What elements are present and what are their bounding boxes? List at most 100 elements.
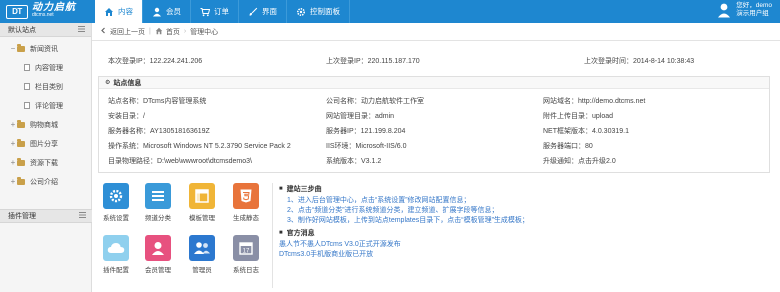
collapse-icon[interactable]: − bbox=[9, 44, 17, 53]
gear-icon bbox=[296, 7, 306, 17]
build-steps-title: 建站三步曲 bbox=[286, 186, 322, 193]
home-icon bbox=[104, 7, 114, 17]
nav-tab-orders[interactable]: 订单 bbox=[191, 0, 239, 23]
logo-badge: DT bbox=[6, 4, 28, 19]
menu-icon bbox=[79, 212, 86, 220]
user-role: 演示用户组 bbox=[736, 10, 769, 17]
expand-icon[interactable]: + bbox=[9, 139, 17, 148]
brush-icon bbox=[248, 7, 258, 17]
menu-icon bbox=[78, 25, 85, 34]
guide-panel: ■ 建站三步曲 1、进入后台管理中心，点击“系统设置”修改网站配置信息； 2、点… bbox=[272, 183, 770, 288]
build-step: 2、点击“频道分类”进行系统频道分类，建立频道、扩展字段等信息； bbox=[287, 207, 499, 214]
expand-icon[interactable]: + bbox=[9, 177, 17, 186]
server-name: 服务器名称：AY130518163619Z bbox=[108, 128, 210, 135]
shortcut-plugin[interactable]: 插件配置 bbox=[98, 235, 134, 274]
html5-icon bbox=[233, 183, 259, 209]
news-list: 愚人节不愚人DTcms V3.0正式开源发布 DTcms3.0手机版商业版已开放 bbox=[279, 239, 770, 259]
sidebar-item-shop[interactable]: + 购物商城 bbox=[0, 115, 91, 134]
news-title: 官方消息 bbox=[286, 230, 315, 237]
avatar-icon bbox=[717, 2, 731, 18]
os-info: 操作系统：Microsoft Windows NT 5.2.3790 Servi… bbox=[108, 143, 291, 150]
site-info-panel: ⚙ 站点信息 站点名称：DTcms内容管理系统 公司名称：动力启航软件工作室 网… bbox=[98, 76, 770, 173]
top-bar: DT 动力启航 dtcms.net 内容 会员 订单 界面 控制面板 您好，de… bbox=[0, 0, 780, 23]
logo[interactable]: DT 动力启航 dtcms.net bbox=[6, 3, 76, 20]
sidebar-item-photos[interactable]: + 图片分享 bbox=[0, 134, 91, 153]
admin-icon bbox=[189, 235, 215, 261]
back-link[interactable]: 返回上一页 bbox=[110, 27, 145, 37]
folder-icon bbox=[17, 44, 25, 52]
sidebar-item-news[interactable]: − 新闻资讯 bbox=[0, 39, 91, 58]
shortcut-static[interactable]: 生成静态 bbox=[228, 183, 264, 222]
calendar-icon: 17 bbox=[233, 235, 259, 261]
nav-tab-content[interactable]: 内容 bbox=[95, 0, 143, 23]
shortcut-template[interactable]: 模板管理 bbox=[184, 183, 220, 222]
file-icon bbox=[24, 64, 30, 71]
iis-info: IIS环境：Microsoft-IIS/6.0 bbox=[326, 143, 407, 150]
news-link[interactable]: DTcms3.0手机版商业版已开放 bbox=[279, 249, 770, 259]
shortcut-members[interactable]: 会员管理 bbox=[140, 235, 176, 274]
user-icon bbox=[152, 7, 162, 17]
sidebar-item-category[interactable]: 栏目类别 bbox=[0, 77, 91, 96]
bullet-icon: ■ bbox=[279, 186, 283, 192]
sidebar-item-comments[interactable]: 评论管理 bbox=[0, 96, 91, 115]
member-icon bbox=[145, 235, 171, 261]
sidebar-item-downloads[interactable]: + 资源下载 bbox=[0, 153, 91, 172]
user-menu[interactable]: 您好，demo 演示用户组 bbox=[717, 2, 772, 18]
shortcut-admins[interactable]: 管理员 bbox=[184, 235, 220, 274]
breadcrumb: 返回上一页 | 首页 › 管理中心 bbox=[92, 23, 780, 41]
build-steps-list: 1、进入后台管理中心，点击“系统设置”修改网站配置信息； 2、点击“频道分类”进… bbox=[287, 195, 770, 225]
logo-title: 动力启航 bbox=[32, 2, 76, 13]
back-icon[interactable] bbox=[100, 27, 107, 36]
folder-icon bbox=[17, 158, 25, 166]
company-name: 公司名称：动力启航软件工作室 bbox=[326, 98, 424, 105]
sidebar: 默认站点 − 新闻资讯 内容管理 栏目类别 评论管理 + 购物商城 + 图片分享… bbox=[0, 23, 92, 292]
last-login-time: 上次登录时间：2014-8-14 10:38:43 bbox=[584, 58, 695, 65]
breadcrumb-current: 管理中心 bbox=[190, 28, 219, 36]
build-step: 1、进入后台管理中心，点击“系统设置”修改网站配置信息； bbox=[287, 197, 471, 204]
gear-icon: ⚙ bbox=[105, 80, 111, 86]
bullet-icon: ■ bbox=[279, 230, 283, 236]
install-dir: 安装目录：/ bbox=[108, 113, 145, 120]
breadcrumb-home[interactable]: 首页 bbox=[166, 27, 180, 37]
sidebar-item-content-manage[interactable]: 内容管理 bbox=[0, 58, 91, 77]
site-domain: 网站域名：http://demo.dtcms.net bbox=[543, 98, 646, 105]
upload-dir: 附件上传目录：upload bbox=[543, 113, 614, 120]
admin-dir: 网站管理目录：admin bbox=[326, 113, 395, 120]
sidebar-plugin-header[interactable]: 插件管理 bbox=[0, 209, 92, 223]
sidebar-site-header[interactable]: 默认站点 bbox=[0, 23, 91, 37]
home-icon bbox=[155, 27, 163, 37]
folder-icon bbox=[17, 177, 25, 185]
net-version: NET框架版本：4.0.30319.1 bbox=[543, 128, 629, 135]
sidebar-tree: − 新闻资讯 内容管理 栏目类别 评论管理 + 购物商城 + 图片分享 + 资源… bbox=[0, 37, 91, 191]
folder-icon bbox=[17, 139, 25, 147]
site-name: 站点名称：DTcms内容管理系统 bbox=[108, 98, 207, 105]
this-login-ip: 本次登录IP：122.224.241.206 bbox=[108, 58, 203, 65]
svg-text:17: 17 bbox=[243, 249, 250, 255]
shortcut-logs[interactable]: 17 系统日志 bbox=[228, 235, 264, 274]
expand-icon[interactable]: + bbox=[9, 120, 17, 129]
expand-icon[interactable]: + bbox=[9, 158, 17, 167]
site-info-title: 站点信息 bbox=[113, 79, 142, 87]
cart-icon bbox=[200, 7, 210, 17]
template-icon bbox=[189, 183, 215, 209]
build-step: 3、制作好网站模板，上传到站点templates目录下，点击“模板管理”生成模板… bbox=[287, 217, 529, 224]
upgrade-notice[interactable]: 升级通知：点击升级2.0 bbox=[543, 156, 616, 166]
channel-icon bbox=[145, 183, 171, 209]
settings-icon bbox=[103, 183, 129, 209]
cloud-icon bbox=[103, 235, 129, 261]
server-ip: 服务器IP：121.199.8.204 bbox=[326, 128, 406, 135]
shortcut-channel[interactable]: 频道分类 bbox=[140, 183, 176, 222]
file-icon bbox=[24, 83, 30, 90]
system-version: 系统版本：V3.1.2 bbox=[326, 158, 382, 165]
main-nav: 内容 会员 订单 界面 控制面板 bbox=[95, 0, 350, 23]
sidebar-item-company[interactable]: + 公司介绍 bbox=[0, 172, 91, 191]
user-greeting: 您好，demo bbox=[736, 2, 772, 9]
nav-tab-interface[interactable]: 界面 bbox=[239, 0, 287, 23]
last-login-ip: 上次登录IP：220.115.187.170 bbox=[326, 58, 420, 65]
news-link[interactable]: 愚人节不愚人DTcms V3.0正式开源发布 bbox=[279, 239, 770, 249]
nav-tab-control-panel[interactable]: 控制面板 bbox=[287, 0, 350, 23]
physical-path: 目录物理路径：D:\web\wwwroot\dtcmsdemo3\ bbox=[108, 158, 252, 165]
folder-icon bbox=[17, 120, 25, 128]
nav-tab-member[interactable]: 会员 bbox=[143, 0, 191, 23]
shortcut-system-settings[interactable]: 系统设置 bbox=[98, 183, 134, 222]
